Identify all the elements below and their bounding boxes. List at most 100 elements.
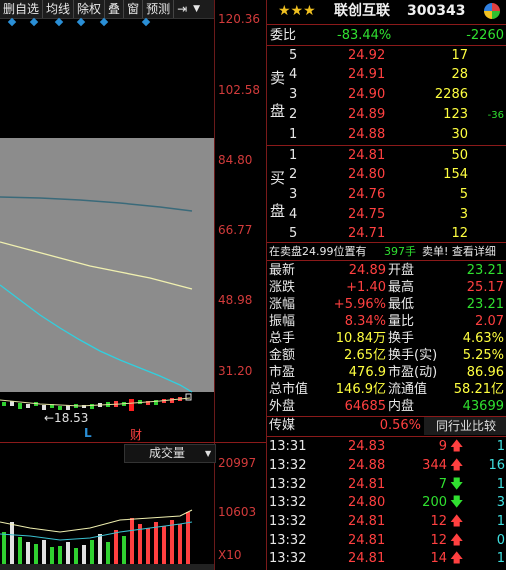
- stat-label: 换手: [388, 331, 415, 346]
- tick-count: 1: [496, 477, 505, 492]
- buy-side-label: 盘: [270, 202, 286, 220]
- stat-label: 流通值: [388, 382, 428, 397]
- tick-price: 24.83: [348, 439, 386, 454]
- order-ratio-label: 委比: [270, 28, 297, 43]
- volume-tick: 10603: [218, 505, 257, 519]
- stat-value: 476.9: [348, 365, 386, 380]
- buy-price: 24.71: [348, 226, 386, 241]
- stat-label: 涨跌: [269, 280, 296, 295]
- stock-code: 300343: [407, 3, 466, 19]
- tick-time: 13:32: [269, 551, 307, 566]
- rating-stars[interactable]: ★★★: [278, 2, 316, 20]
- down-arrow-icon: 🡇: [450, 495, 464, 510]
- buy-side-label: 买: [270, 169, 286, 187]
- stat-value: 86.96: [466, 365, 504, 380]
- ma-line-mid: [0, 241, 193, 290]
- level-number: 1: [289, 148, 298, 163]
- kline-chart-panel[interactable]: 删自选 均线 除权 叠 窗 预测 ⇥ ▼ 120.36 102.58 84.80…: [0, 0, 266, 570]
- panel-divider: [266, 0, 267, 570]
- finance-marker[interactable]: 财: [130, 426, 142, 443]
- stat-label: 最高: [388, 280, 415, 295]
- tick-volume: 14: [430, 551, 447, 566]
- up-arrow-icon: 🡅: [450, 458, 464, 473]
- order-ratio-value: -83.44%: [337, 28, 392, 43]
- notice-volume: 397手: [384, 245, 416, 258]
- low-price-marker: ←18.53: [44, 411, 89, 425]
- stat-label: 金额: [269, 348, 296, 363]
- tick-price: 24.81: [348, 514, 386, 529]
- buy-volume: 154: [443, 167, 468, 182]
- tick-volume: 344: [422, 458, 447, 473]
- stat-value: 2.65亿: [344, 348, 386, 363]
- ma-line-short: [0, 284, 193, 393]
- sell-side-label: 卖: [270, 69, 286, 87]
- stat-label: 总市值: [269, 382, 309, 397]
- sell-volume: 17: [451, 48, 468, 63]
- market-globe-icon[interactable]: [484, 3, 500, 19]
- sector-compare-tab[interactable]: 同行业比较: [424, 417, 506, 435]
- stat-value: 23.21: [466, 297, 504, 312]
- tick-time: 13:32: [269, 477, 307, 492]
- buy-volume: 3: [459, 207, 468, 222]
- level-number: 3: [289, 187, 298, 202]
- stat-value: 4.63%: [462, 331, 504, 346]
- tick-count: 16: [488, 458, 505, 473]
- volume-indicator-tab[interactable]: 成交量 ▼: [124, 444, 216, 463]
- stat-label: 外盘: [269, 399, 296, 414]
- volume-bars: [0, 509, 193, 570]
- price-tick: 48.98: [218, 293, 253, 307]
- stat-label: 市盈: [269, 365, 296, 380]
- stat-label: 涨幅: [269, 297, 296, 312]
- sell-volume: 2286: [434, 87, 468, 102]
- price-tick: 120.36: [218, 12, 260, 26]
- buy-price: 24.80: [348, 167, 386, 182]
- tick-volume: 9: [438, 439, 447, 454]
- level-number: 3: [289, 87, 298, 102]
- stat-value: 8.34%: [344, 314, 386, 329]
- tick-volume: 12: [430, 514, 447, 529]
- volume-unit: X10: [218, 548, 242, 562]
- chevron-down-icon[interactable]: ▼: [205, 445, 211, 462]
- stat-value: 64685: [344, 399, 386, 414]
- price-lines: [0, 196, 193, 411]
- order-diff-value: -2260: [466, 28, 504, 43]
- candlesticks: [2, 393, 192, 411]
- divider: [267, 260, 506, 261]
- tick-price: 24.81: [348, 477, 386, 492]
- sector-name[interactable]: 传媒: [269, 417, 295, 435]
- stat-label: 量比: [388, 314, 415, 329]
- level-number: 4: [289, 67, 298, 82]
- tick-count: 1: [496, 551, 505, 566]
- up-arrow-icon: 🡅: [450, 439, 464, 454]
- stat-label: 最低: [388, 297, 415, 312]
- price-axis-line: [214, 0, 215, 570]
- tick-count: 0: [496, 533, 505, 548]
- tick-time: 13:32: [269, 458, 307, 473]
- stat-value: 146.9亿: [335, 382, 386, 397]
- buy-volume: 12: [451, 226, 468, 241]
- sell-price: 24.89: [348, 107, 386, 122]
- tick-count: 1: [496, 439, 505, 454]
- notice-action-link[interactable]: 卖单! 查看详细: [422, 243, 496, 261]
- volume-tick: 20997: [218, 456, 257, 470]
- sell-price: 24.91: [348, 67, 386, 82]
- stat-label: 振幅: [269, 314, 296, 329]
- up-arrow-icon: 🡅: [450, 514, 464, 529]
- stat-value: 23.21: [466, 263, 504, 278]
- level-number: 1: [289, 127, 298, 142]
- bottom-tab-strip[interactable]: [0, 564, 214, 570]
- stat-label: 市盈(动): [388, 365, 438, 380]
- tick-time: 13:32: [269, 533, 307, 548]
- notice-text: 在卖盘24.99位置有: [269, 245, 367, 258]
- stat-value: 2.07: [475, 314, 504, 329]
- price-tick: 31.20: [218, 364, 253, 378]
- tick-volume: 200: [422, 495, 447, 510]
- buy-price: 24.81: [348, 148, 386, 163]
- tick-count: 3: [496, 495, 505, 510]
- stat-value: 5.25%: [462, 348, 504, 363]
- stat-value: +1.40: [346, 280, 386, 295]
- level-number: 5: [289, 226, 298, 241]
- divider: [267, 436, 506, 437]
- tick-volume: 12: [430, 533, 447, 548]
- sector-change: 0.56%: [379, 418, 421, 433]
